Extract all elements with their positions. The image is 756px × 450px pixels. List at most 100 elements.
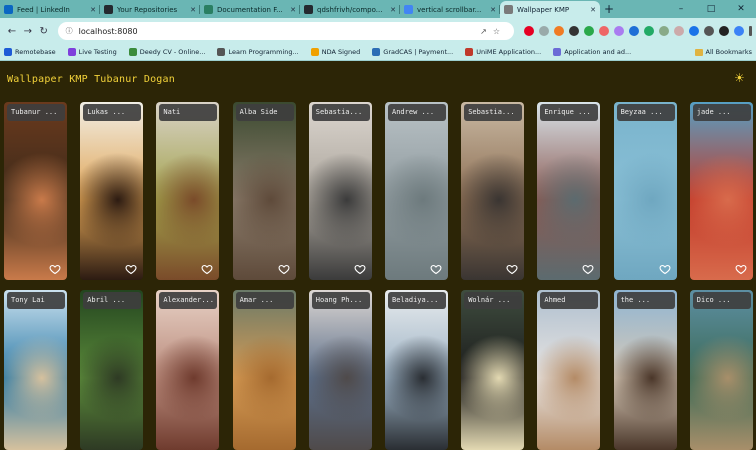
wallpaper-image[interactable] bbox=[461, 102, 524, 280]
wallpaper-image[interactable] bbox=[309, 290, 372, 450]
all-bookmarks[interactable]: All Bookmarks bbox=[694, 48, 752, 56]
wallpaper-image[interactable] bbox=[614, 290, 677, 450]
wallpaper-image[interactable] bbox=[614, 102, 677, 280]
wallpaper-card[interactable]: Beyzaa ... bbox=[613, 102, 677, 280]
wallpaper-image[interactable] bbox=[233, 290, 296, 450]
wallpaper-image[interactable] bbox=[690, 290, 753, 450]
wallpaper-card[interactable]: Enrique ... bbox=[537, 102, 601, 280]
minimize-icon[interactable]: – bbox=[666, 0, 696, 18]
close-tab-icon[interactable]: ✕ bbox=[290, 6, 296, 14]
bookmark-item[interactable]: GradCAS | Payment... bbox=[372, 48, 453, 56]
heart-icon[interactable] bbox=[354, 263, 366, 275]
heart-icon[interactable] bbox=[582, 263, 594, 275]
wallpaper-image[interactable] bbox=[156, 102, 219, 280]
bookmark-item[interactable]: NDA Signed bbox=[310, 48, 360, 56]
menu-icon[interactable] bbox=[749, 26, 753, 36]
wallpaper-card[interactable]: Amar ... bbox=[232, 290, 296, 450]
heart-icon[interactable] bbox=[659, 263, 671, 275]
close-tab-icon[interactable]: ✕ bbox=[490, 6, 496, 14]
extension-icon[interactable] bbox=[674, 26, 685, 36]
puzzle-icon[interactable] bbox=[704, 26, 715, 36]
extension-icon[interactable] bbox=[689, 26, 700, 36]
profile-avatar[interactable] bbox=[734, 26, 745, 36]
close-tab-icon[interactable]: ✕ bbox=[190, 6, 196, 14]
wallpaper-card[interactable]: Abril ... bbox=[80, 290, 144, 450]
wallpaper-image[interactable] bbox=[80, 102, 143, 280]
heart-icon[interactable] bbox=[506, 263, 518, 275]
extension-icon[interactable] bbox=[629, 26, 640, 36]
new-tab-button[interactable]: + bbox=[600, 1, 618, 18]
wallpaper-card[interactable]: Sebastia... bbox=[308, 102, 372, 280]
wallpaper-card[interactable]: the ... bbox=[613, 290, 677, 450]
extension-icon[interactable] bbox=[659, 26, 670, 36]
bookmark-item[interactable]: Deedy CV - Online... bbox=[128, 48, 205, 56]
browser-tab[interactable]: Documentation F... ✕ bbox=[200, 1, 300, 18]
wallpaper-card[interactable]: Wolnár ... bbox=[461, 290, 525, 450]
wallpaper-image[interactable] bbox=[537, 102, 600, 280]
heart-icon[interactable] bbox=[430, 263, 442, 275]
heart-icon[interactable] bbox=[201, 263, 213, 275]
sidepanel-icon[interactable] bbox=[719, 26, 730, 36]
wallpaper-card[interactable]: Alexander... bbox=[156, 290, 220, 450]
bookmark-item[interactable]: Remotebase bbox=[4, 48, 56, 56]
address-bar[interactable]: ⓘ localhost:8080 ↗☆ bbox=[57, 22, 515, 40]
extension-icon[interactable] bbox=[584, 26, 595, 36]
wallpaper-card[interactable]: Hoang Ph... bbox=[308, 290, 372, 450]
author-label: Dico ... bbox=[692, 292, 751, 309]
wallpaper-image[interactable] bbox=[156, 290, 219, 450]
wallpaper-image[interactable] bbox=[690, 102, 753, 280]
heart-icon[interactable] bbox=[49, 263, 61, 275]
wallpaper-image[interactable] bbox=[4, 102, 67, 280]
info-icon[interactable]: ⓘ bbox=[66, 26, 73, 36]
close-window-icon[interactable]: ✕ bbox=[726, 0, 756, 18]
wallpaper-image[interactable] bbox=[80, 290, 143, 450]
close-tab-icon[interactable]: ✕ bbox=[390, 6, 396, 14]
close-tab-icon[interactable]: ✕ bbox=[590, 6, 596, 14]
wallpaper-card[interactable]: Ahmed bbox=[537, 290, 601, 450]
extension-icon[interactable] bbox=[539, 26, 550, 36]
close-tab-icon[interactable]: ✕ bbox=[90, 6, 96, 14]
heart-icon[interactable] bbox=[735, 263, 747, 275]
wallpaper-card[interactable]: Alba Side bbox=[232, 102, 296, 280]
extension-icon[interactable] bbox=[554, 26, 565, 36]
wallpaper-image[interactable] bbox=[309, 102, 372, 280]
extension-icon[interactable] bbox=[644, 26, 655, 36]
author-label: Sebastia... bbox=[311, 104, 370, 121]
wallpaper-image[interactable] bbox=[537, 290, 600, 450]
sun-icon[interactable]: ☀ bbox=[734, 71, 745, 85]
browser-tab[interactable]: Wallpaper KMP ✕ bbox=[500, 1, 600, 18]
wallpaper-card[interactable]: Lukas ... bbox=[80, 102, 144, 280]
wallpaper-card[interactable]: Sebastia... bbox=[461, 102, 525, 280]
wallpaper-card[interactable]: jade ... bbox=[689, 102, 753, 280]
maximize-icon[interactable]: □ bbox=[696, 0, 726, 18]
heart-icon[interactable] bbox=[125, 263, 137, 275]
bookmark-item[interactable]: Application and ad... bbox=[553, 48, 631, 56]
wallpaper-image[interactable] bbox=[385, 290, 448, 450]
heart-icon[interactable] bbox=[278, 263, 290, 275]
bookmark-item[interactable]: Live Testing bbox=[67, 48, 117, 56]
extension-icon[interactable] bbox=[614, 26, 625, 36]
wallpaper-card[interactable]: Andrew ... bbox=[385, 102, 448, 280]
wallpaper-card[interactable]: Beladiya... bbox=[385, 290, 448, 450]
wallpaper-card[interactable]: Dico ... bbox=[689, 290, 753, 450]
bookmark-item[interactable]: UniME Application... bbox=[465, 48, 541, 56]
wallpaper-image[interactable] bbox=[461, 290, 524, 450]
browser-tab[interactable]: qdshfrivh/compo... ✕ bbox=[300, 1, 400, 18]
wallpaper-card[interactable]: Tony Lai bbox=[4, 290, 67, 450]
bookmark-item[interactable]: Learn Programming... bbox=[217, 48, 299, 56]
back-icon[interactable]: ← bbox=[4, 26, 20, 37]
wallpaper-image[interactable] bbox=[385, 102, 448, 280]
pinterest-icon[interactable] bbox=[524, 26, 535, 36]
browser-tab[interactable]: vertical scrollbar... ✕ bbox=[400, 1, 500, 18]
browser-tab[interactable]: Your Repositories ✕ bbox=[100, 1, 200, 18]
reload-icon[interactable]: ↻ bbox=[36, 26, 52, 37]
browser-tab[interactable]: Feed | LinkedIn ✕ bbox=[0, 1, 100, 18]
share-star-icons[interactable]: ↗☆ bbox=[480, 27, 506, 36]
wallpaper-card[interactable]: Tubanur ... bbox=[4, 102, 67, 280]
extension-icon[interactable] bbox=[569, 26, 580, 36]
forward-icon[interactable]: → bbox=[20, 26, 36, 37]
extension-icon[interactable] bbox=[599, 26, 610, 36]
wallpaper-image[interactable] bbox=[4, 290, 67, 450]
wallpaper-card[interactable]: Nati bbox=[156, 102, 220, 280]
wallpaper-image[interactable] bbox=[233, 102, 296, 280]
